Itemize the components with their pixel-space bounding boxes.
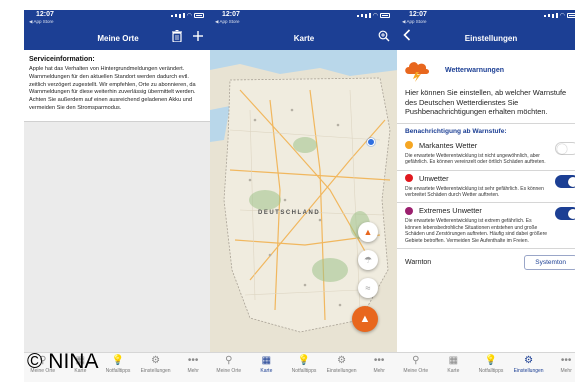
level-description: Die erwartete Wetterentwicklung ist sehr…: [405, 185, 544, 198]
page-title: Einstellungen: [464, 33, 518, 43]
warnton-label: Warnton: [405, 259, 432, 267]
level-color-dot: [405, 141, 413, 150]
weather-warning-header: Wetterwarnungen: [397, 50, 575, 86]
extremes-unwetter-toggle[interactable]: [555, 207, 575, 221]
tab-notfalltipps[interactable]: 💡 Notfalltipps: [286, 355, 322, 374]
zoom-search-icon[interactable]: [378, 30, 390, 45]
more-icon: •••: [560, 355, 572, 366]
info-heading: Serviceinformation:: [29, 56, 95, 63]
gear-icon: ⚙: [337, 355, 347, 366]
gear-icon: ⚙: [151, 355, 161, 366]
level-description: Die erwartete Wetterentwicklung ist extr…: [405, 218, 548, 244]
main-warning-button[interactable]: ▲: [352, 306, 378, 332]
tab-karte[interactable]: ▦ Karte: [248, 355, 284, 374]
status-bar: 12:07 ◀ App Store ◠: [24, 10, 212, 26]
battery-icon: [567, 13, 575, 18]
weather-warning-description: Hier können Sie einstellen, ab welcher W…: [405, 88, 567, 117]
copyright-watermark: © NINA: [27, 350, 99, 373]
status-bar: 12:07 ◀ App Store ◠: [210, 10, 398, 26]
level-markantes-wetter: Markantes Wetter Die erwartete Wetterent…: [397, 138, 575, 170]
tab-mehr[interactable]: ••• Mehr: [175, 355, 211, 374]
screen-karte: 12:07 ◀ App Store ◠ Karte DEUTSCHLAND ▲ …: [210, 10, 398, 382]
tab-notfalltipps[interactable]: 💡 Notfalltipps: [100, 355, 136, 374]
level-extremes-unwetter: Extremes Unwetter Die erwartete Wetteren…: [397, 203, 575, 248]
systemton-button[interactable]: Systemton: [524, 255, 575, 271]
weather-warning-title: Wetterwarnungen: [445, 66, 504, 74]
map-view[interactable]: DEUTSCHLAND ▲ ☂ ≈ ▲: [210, 50, 398, 352]
map-icon: ▦: [448, 355, 459, 366]
location-pin-icon: ⚲: [225, 355, 233, 366]
wifi-icon: ◠: [372, 13, 378, 19]
back-to-app-store[interactable]: ◀ App Store: [402, 19, 426, 25]
tab-einstellungen[interactable]: ⚙ Einstellungen: [511, 355, 547, 374]
current-location-dot: [367, 138, 375, 146]
weather-layer-button[interactable]: ☂: [358, 250, 378, 270]
status-icons: ◠: [356, 12, 390, 19]
warning-filter-button[interactable]: ▲: [358, 222, 378, 242]
tab-mehr[interactable]: ••• Mehr: [361, 355, 397, 374]
level-unwetter: Unwetter Die erwartete Wetterentwicklung…: [397, 171, 575, 203]
level-color-dot: [405, 174, 413, 183]
tab-einstellungen[interactable]: ⚙ Einstellungen: [138, 355, 174, 374]
level-name: Markantes Wetter: [419, 140, 478, 150]
wifi-icon: ◠: [186, 13, 192, 19]
status-time: 12:07: [409, 11, 427, 18]
battery-icon: [194, 13, 204, 18]
screen-meine-orte: 12:07 ◀ App Store ◠ Meine Orte Servicein…: [24, 10, 212, 382]
markantes-wetter-toggle[interactable]: [555, 141, 575, 155]
trash-icon[interactable]: [172, 29, 182, 45]
flood-layer-button[interactable]: ≈: [358, 278, 378, 298]
lightbulb-icon: 💡: [297, 355, 311, 366]
status-bar: 12:07 ◀ App Store ◠: [397, 10, 575, 26]
battery-icon: [380, 13, 390, 18]
status-icons: ◠: [543, 12, 575, 19]
more-icon: •••: [373, 355, 385, 366]
nav-bar: Meine Orte: [24, 26, 212, 50]
tab-notfalltipps[interactable]: 💡 Notfalltipps: [473, 355, 509, 374]
level-name: Unwetter: [419, 173, 449, 183]
page-title: Karte: [293, 33, 315, 43]
lightbulb-icon: 💡: [484, 355, 498, 366]
wifi-icon: ◠: [559, 13, 565, 19]
gear-icon: ⚙: [524, 355, 534, 366]
warnton-row: Warnton Systemton: [397, 249, 575, 271]
tab-bar: ⚲ Meine Orte ▦ Karte 💡 Notfalltipps ⚙ Einste…: [397, 352, 575, 382]
back-to-app-store[interactable]: ◀ App Store: [215, 19, 239, 25]
map-country-label: DEUTSCHLAND: [258, 210, 321, 216]
nav-bar: Einstellungen: [397, 26, 575, 50]
status-icons: ◠: [170, 12, 204, 19]
tab-karte[interactable]: ▦ Karte: [435, 355, 471, 374]
lightbulb-icon: 💡: [111, 355, 125, 366]
places-list: [24, 121, 212, 357]
tab-meine-orte[interactable]: ⚲ Meine Orte: [398, 355, 434, 374]
tab-einstellungen[interactable]: ⚙ Einstellungen: [324, 355, 360, 374]
notification-level-heading: Benachrichtigung ab Warnstufe:: [405, 127, 507, 135]
page-title: Meine Orte: [97, 33, 139, 43]
level-name: Extremes Unwetter: [419, 206, 482, 216]
tab-mehr[interactable]: ••• Mehr: [548, 355, 575, 374]
screen-einstellungen: 12:07 ◀ App Store ◠ Einstellungen Wetter…: [397, 10, 575, 382]
info-text: Apple hat das Verhalten von Hintergrundm…: [29, 66, 196, 111]
back-to-app-store[interactable]: ◀ App Store: [29, 19, 53, 25]
back-chevron-icon[interactable]: [403, 29, 411, 45]
service-info: Serviceinformation: Apple hat das Verhal…: [24, 50, 212, 117]
level-description: Die erwartete Wetterentwicklung ist nich…: [405, 152, 546, 166]
status-time: 12:07: [36, 11, 54, 18]
storm-cloud-icon: [403, 58, 431, 82]
nav-bar: Karte: [210, 26, 398, 50]
tab-bar: ⚲ Meine Orte ▦ Karte 💡 Notfalltipps ⚙ Einste…: [210, 352, 398, 382]
level-color-dot: [405, 206, 413, 215]
map-icon: ▦: [261, 355, 272, 366]
status-time: 12:07: [222, 11, 240, 18]
location-pin-icon: ⚲: [412, 355, 420, 366]
unwetter-toggle[interactable]: [555, 174, 575, 188]
tab-meine-orte[interactable]: ⚲ Meine Orte: [211, 355, 247, 374]
more-icon: •••: [187, 355, 199, 366]
add-icon[interactable]: [192, 30, 204, 45]
